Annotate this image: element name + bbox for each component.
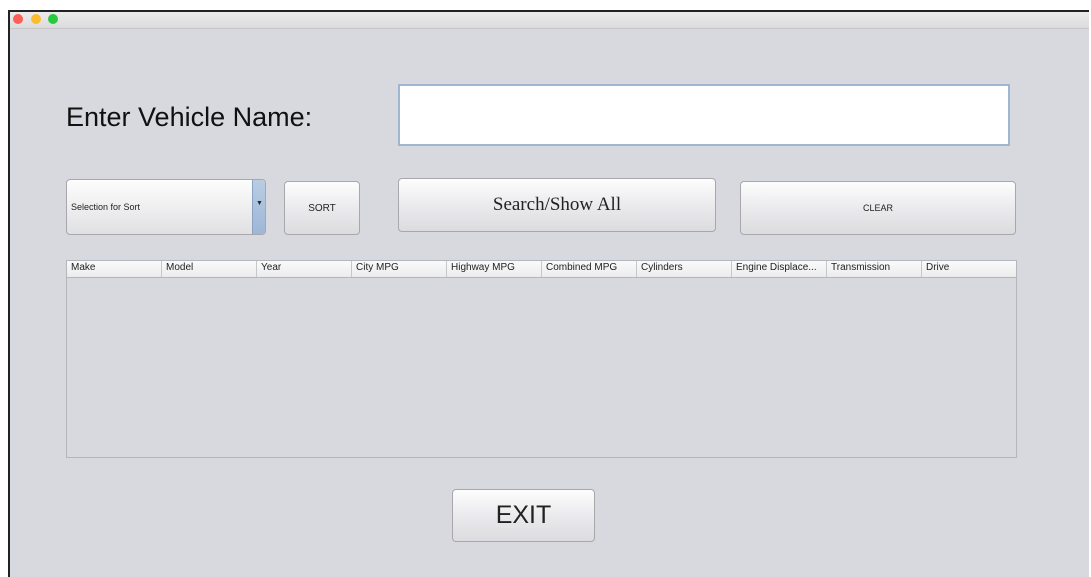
column-header[interactable]: Combined MPG	[542, 261, 637, 277]
column-header[interactable]: Year	[257, 261, 352, 277]
column-header[interactable]: Transmission	[827, 261, 922, 277]
column-header[interactable]: Highway MPG	[447, 261, 542, 277]
exit-button[interactable]: EXIT	[452, 489, 595, 542]
column-header[interactable]: City MPG	[352, 261, 447, 277]
close-window-icon[interactable]	[13, 14, 23, 24]
sort-selection-value: Selection for Sort	[71, 202, 141, 212]
sort-button[interactable]: SORT	[284, 181, 360, 235]
clear-button[interactable]: CLEAR	[740, 181, 1016, 235]
title-bar	[10, 12, 1089, 29]
search-show-all-button[interactable]: Search/Show All	[398, 178, 716, 232]
column-header[interactable]: Drive	[922, 261, 1016, 277]
minimize-window-icon[interactable]	[31, 14, 41, 24]
table-header: Make Model Year City MPG Highway MPG Combined…	[67, 261, 1016, 278]
column-header[interactable]: Model	[162, 261, 257, 277]
dropdown-arrow-button[interactable]: ▼	[252, 180, 265, 234]
column-header[interactable]: Make	[67, 261, 162, 277]
vehicle-name-input[interactable]	[398, 84, 1010, 146]
column-header[interactable]: Cylinders	[637, 261, 732, 277]
column-header[interactable]: Engine Displace...	[732, 261, 827, 277]
table-body[interactable]	[67, 278, 1016, 457]
maximize-window-icon[interactable]	[48, 14, 58, 24]
sort-selection-dropdown[interactable]: Selection for Sort ▼	[66, 179, 266, 235]
chevron-down-icon: ▼	[256, 200, 263, 207]
results-table: Make Model Year City MPG Highway MPG Combined…	[66, 260, 1017, 458]
vehicle-name-label: Enter Vehicle Name:	[66, 102, 313, 132]
app-window: Enter Vehicle Name: Selection for Sort ▼…	[8, 10, 1089, 577]
